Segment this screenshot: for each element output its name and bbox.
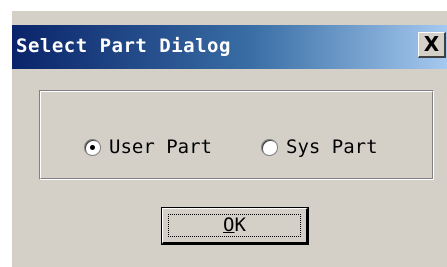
- ok-button-label: OK: [223, 214, 246, 236]
- close-icon: X: [423, 32, 440, 56]
- radio-user-part-label[interactable]: User Part: [109, 136, 212, 158]
- ok-button[interactable]: OK: [161, 207, 309, 245]
- select-part-dialog: Select Part Dialog X User Part Sys Part …: [11, 10, 447, 267]
- title-bar[interactable]: Select Part Dialog X: [12, 25, 447, 69]
- radio-unchecked-icon[interactable]: [261, 138, 278, 156]
- part-type-group: User Part Sys Part: [39, 90, 434, 180]
- dialog-title: Select Part Dialog: [16, 35, 231, 57]
- radio-user-part[interactable]: User Part: [84, 135, 212, 159]
- close-button[interactable]: X: [418, 32, 446, 58]
- radio-sys-part[interactable]: Sys Part: [261, 135, 378, 159]
- radio-dot-icon: [90, 144, 95, 150]
- radio-sys-part-label[interactable]: Sys Part: [286, 136, 378, 158]
- radio-checked-icon[interactable]: [84, 138, 101, 156]
